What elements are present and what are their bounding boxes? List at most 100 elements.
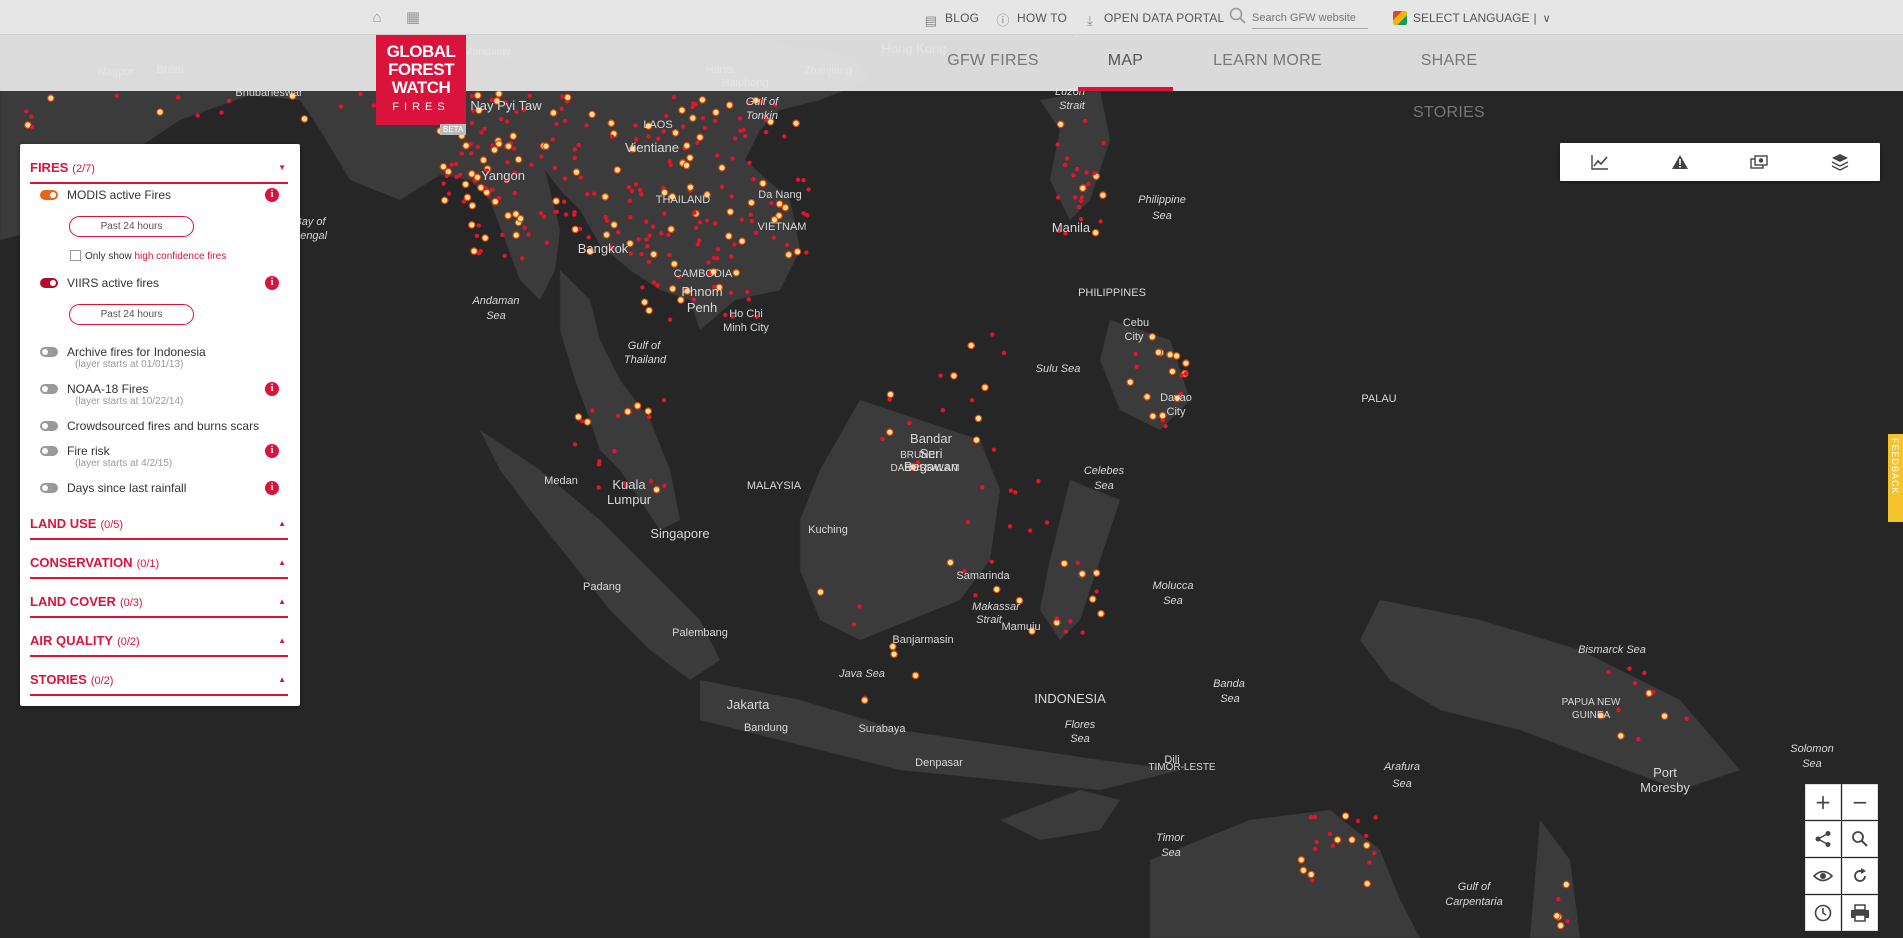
fire-point: [511, 146, 517, 151]
fire-point: [479, 156, 488, 164]
fire-point: [725, 101, 734, 109]
high-confidence-link[interactable]: high confidence fires: [134, 251, 226, 262]
feedback-tab[interactable]: FEEDBACK: [1888, 434, 1903, 522]
fire-point: [715, 256, 720, 261]
fire-point: [463, 193, 472, 202]
fire-point: [1299, 866, 1308, 875]
fire-point: [647, 233, 652, 238]
fire-risk-toggle[interactable]: [40, 446, 58, 456]
fire-risk-info-icon[interactable]: i: [265, 444, 279, 458]
section-fires[interactable]: FIRES (2/7) ▼: [30, 160, 288, 184]
map-tools: [1560, 143, 1880, 181]
fire-point: [1097, 609, 1105, 618]
language-selector[interactable]: SELECT LANGUAGE | ∨: [1393, 0, 1551, 35]
fire-point: [1149, 412, 1157, 421]
fire-point: [712, 108, 720, 117]
fire-point: [1627, 666, 1632, 671]
fire-point: [1084, 170, 1089, 175]
noaa-info-icon[interactable]: i: [265, 382, 279, 396]
viirs-time-range[interactable]: Past 24 hours: [69, 304, 194, 325]
timeline-button[interactable]: [1805, 895, 1841, 931]
search-input[interactable]: [1252, 7, 1368, 29]
section-stories[interactable]: STORIES (0/2) ▲: [30, 672, 288, 696]
apps-grid-icon[interactable]: ▦: [404, 9, 422, 27]
logo-line-1: GLOBAL: [386, 42, 456, 61]
nav-gfw-fires[interactable]: GFW FIRES: [942, 35, 1044, 91]
fire-point: [572, 442, 578, 447]
section-land-use[interactable]: LAND USE (0/5) ▲: [30, 516, 288, 540]
fire-point: [1556, 896, 1561, 902]
alerts-tool[interactable]: [1640, 143, 1720, 181]
modis-toggle[interactable]: [40, 190, 58, 200]
fire-point: [495, 90, 503, 98]
layers-tool[interactable]: [1800, 143, 1880, 181]
section-land-cover[interactable]: LAND COVER (0/3) ▲: [30, 594, 288, 618]
fire-point: [671, 129, 680, 137]
fire-point: [738, 237, 746, 246]
zoom-out-button[interactable]: −: [1842, 784, 1878, 820]
map-label: Strait: [1059, 100, 1086, 112]
nav-share-stories[interactable]: SHARE STORIES: [1385, 35, 1513, 121]
map-label: LAOS: [643, 119, 672, 131]
fire-point: [514, 155, 523, 164]
search-icon[interactable]: [1228, 6, 1248, 26]
fire-point: [637, 188, 643, 193]
fire-point: [732, 242, 737, 247]
fire-point: [640, 285, 645, 290]
nav-learn-more[interactable]: LEARN MORE: [1210, 35, 1325, 91]
open-data-portal-link[interactable]: ⤓ OPEN DATA PORTAL: [1082, 0, 1224, 35]
fire-point: [644, 237, 649, 242]
legend-button[interactable]: [1805, 858, 1841, 894]
archive-toggle[interactable]: [40, 347, 58, 357]
rainfall-info-icon[interactable]: i: [265, 481, 279, 495]
modis-info-icon[interactable]: i: [265, 188, 279, 202]
print-button[interactable]: [1842, 895, 1878, 931]
fire-point: [857, 604, 862, 609]
fire-point: [504, 119, 510, 124]
fire-point: [1143, 392, 1151, 401]
eye-icon: [1813, 870, 1833, 882]
reset-button[interactable]: [1842, 858, 1878, 894]
fire-point: [713, 221, 718, 226]
fire-point: [1086, 181, 1091, 187]
fire-point: [804, 250, 809, 255]
basemap-tool[interactable]: [1720, 143, 1800, 181]
fire-point: [461, 180, 470, 189]
logo-line-3: WATCH: [391, 78, 451, 97]
blog-link[interactable]: ▤ BLOG: [923, 0, 979, 35]
fire-point: [1617, 732, 1625, 740]
only-show-label: Only show: [85, 251, 132, 262]
fire-point: [529, 162, 534, 167]
analysis-tool[interactable]: [1560, 143, 1640, 181]
share-icon: [1815, 831, 1831, 847]
search-map-button[interactable]: [1842, 821, 1878, 857]
rainfall-toggle[interactable]: [40, 483, 58, 493]
fire-point: [539, 154, 544, 159]
share-button[interactable]: [1805, 821, 1841, 857]
fire-point: [782, 134, 787, 139]
crowdsourced-toggle[interactable]: [40, 421, 58, 431]
fire-point: [628, 215, 633, 220]
noaa-toggle[interactable]: [40, 384, 58, 394]
fire-point: [644, 407, 653, 416]
nav-map[interactable]: MAP: [1078, 35, 1173, 91]
fire-point: [1027, 528, 1033, 533]
high-confidence-checkbox[interactable]: [70, 250, 81, 261]
map-label: Manila: [1052, 220, 1091, 235]
section-conservation[interactable]: CONSERVATION (0/1) ▲: [30, 555, 288, 579]
fire-point: [1632, 681, 1638, 686]
modis-time-range[interactable]: Past 24 hours: [69, 216, 194, 237]
fire-point: [806, 187, 811, 192]
zoom-in-button[interactable]: +: [1805, 784, 1841, 820]
home-icon[interactable]: ⌂: [368, 9, 386, 27]
fire-point: [1363, 833, 1369, 838]
section-air-quality[interactable]: AIR QUALITY (0/2) ▲: [30, 633, 288, 657]
fire-point: [629, 188, 635, 194]
howto-link[interactable]: ⓘ HOW TO: [995, 0, 1067, 35]
viirs-toggle[interactable]: [40, 278, 58, 288]
viirs-info-icon[interactable]: i: [265, 276, 279, 290]
fire-point: [482, 126, 487, 131]
high-confidence-filter[interactable]: Only show high confidence fires: [70, 250, 226, 262]
fire-point: [974, 414, 983, 423]
gfw-fires-logo[interactable]: GLOBAL FOREST WATCH FIRES: [376, 35, 466, 125]
